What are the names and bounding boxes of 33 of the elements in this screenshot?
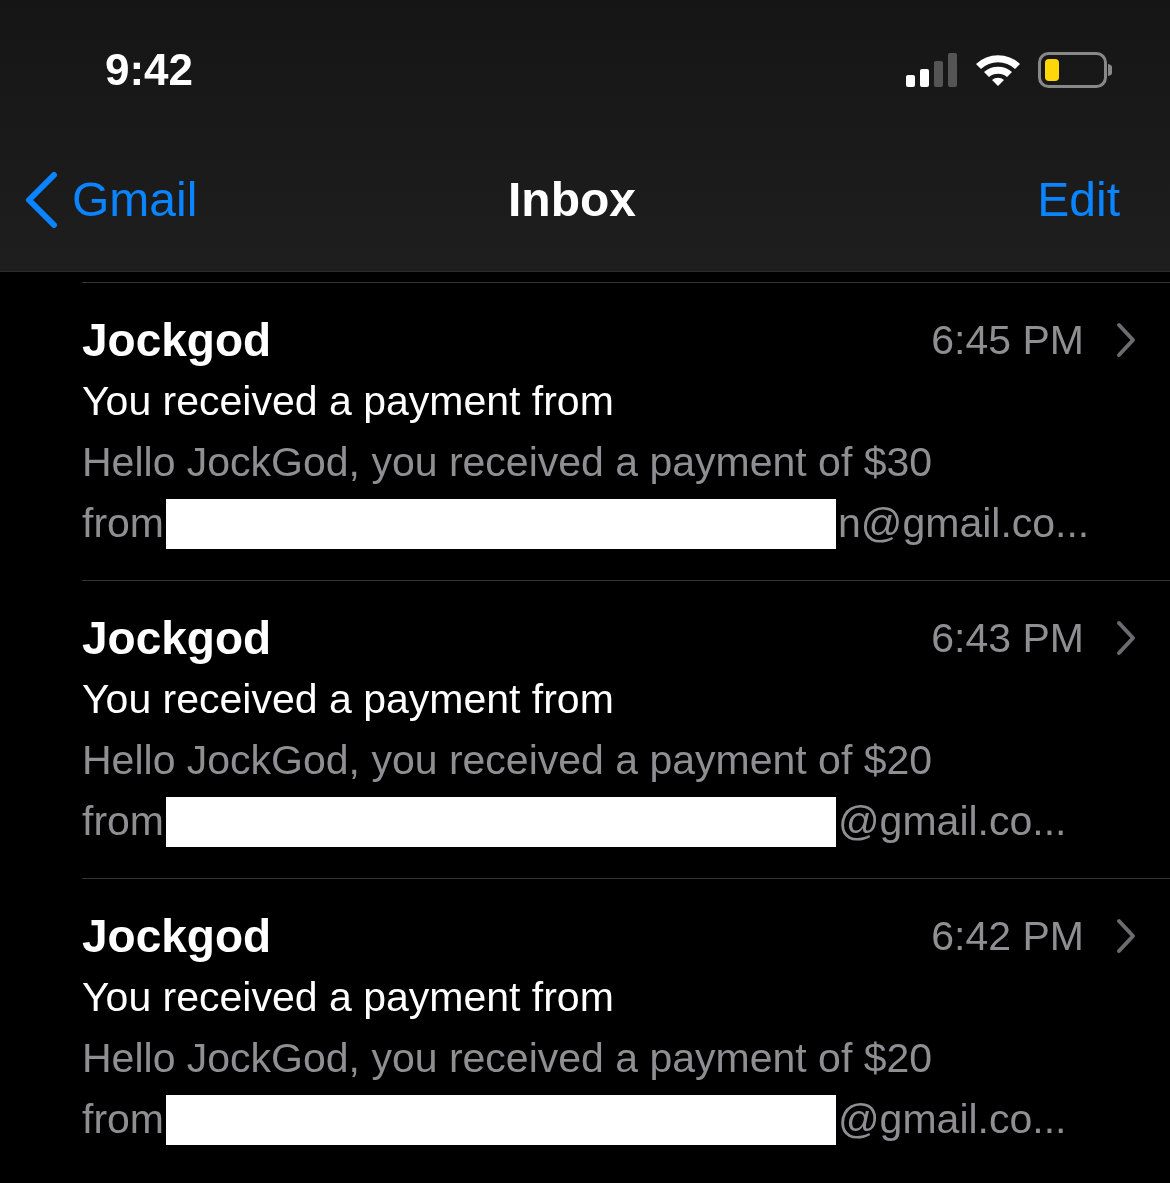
message-subject: You received a payment from xyxy=(82,973,615,1022)
edit-button[interactable]: Edit xyxy=(1037,172,1120,227)
message-row[interactable]: Jockgod 6:42 PM You received a payment from Hello JockGod, you received a payment of $20 from @gmail.co... xyxy=(82,878,1170,1176)
message-subject: You received a payment from xyxy=(82,377,615,426)
sender-name: Jockgod xyxy=(82,313,272,367)
sender-name: Jockgod xyxy=(82,909,272,963)
message-preview: @gmail.co... xyxy=(838,1095,1067,1144)
chevron-right-icon xyxy=(1116,918,1136,954)
message-preview: from xyxy=(82,499,164,548)
battery-icon xyxy=(1038,52,1112,88)
message-preview: Hello JockGod, you received a payment of $20 xyxy=(82,1034,934,1083)
back-label: Gmail xyxy=(72,172,198,227)
chevron-right-icon xyxy=(1116,322,1136,358)
message-time: 6:43 PM xyxy=(931,614,1084,662)
screen-title: Inbox xyxy=(508,172,636,227)
chevron-left-icon xyxy=(24,171,58,228)
message-row[interactable]: Jockgod 6:43 PM You received a payment from Hello JockGod, you received a payment of $20 from @gmail.co... xyxy=(82,580,1170,878)
message-preview: Hello JockGod, you received a payment of $30 xyxy=(82,438,934,487)
message-preview: from xyxy=(82,1095,164,1144)
clock-time: 9:42 xyxy=(105,45,194,95)
wifi-icon xyxy=(974,52,1022,88)
chevron-right-icon xyxy=(1116,620,1136,656)
message-preview: @gmail.co... xyxy=(838,797,1067,846)
message-preview: Hello JockGod, you received a payment of $20 xyxy=(82,736,934,785)
message-time: 6:42 PM xyxy=(931,912,1084,960)
sender-name: Jockgod xyxy=(82,611,272,665)
back-button[interactable]: Gmail xyxy=(24,171,508,228)
message-preview: n@gmail.co... xyxy=(838,499,1090,548)
message-row[interactable]: Jockgod 6:45 PM You received a payment from Hello JockGod, you received a payment of $30 from n@gmail.co... xyxy=(82,282,1170,580)
message-subject: You received a payment from xyxy=(82,675,615,724)
message-time: 6:45 PM xyxy=(931,316,1084,364)
message-preview: from xyxy=(82,797,164,846)
signal-icon xyxy=(906,53,958,87)
